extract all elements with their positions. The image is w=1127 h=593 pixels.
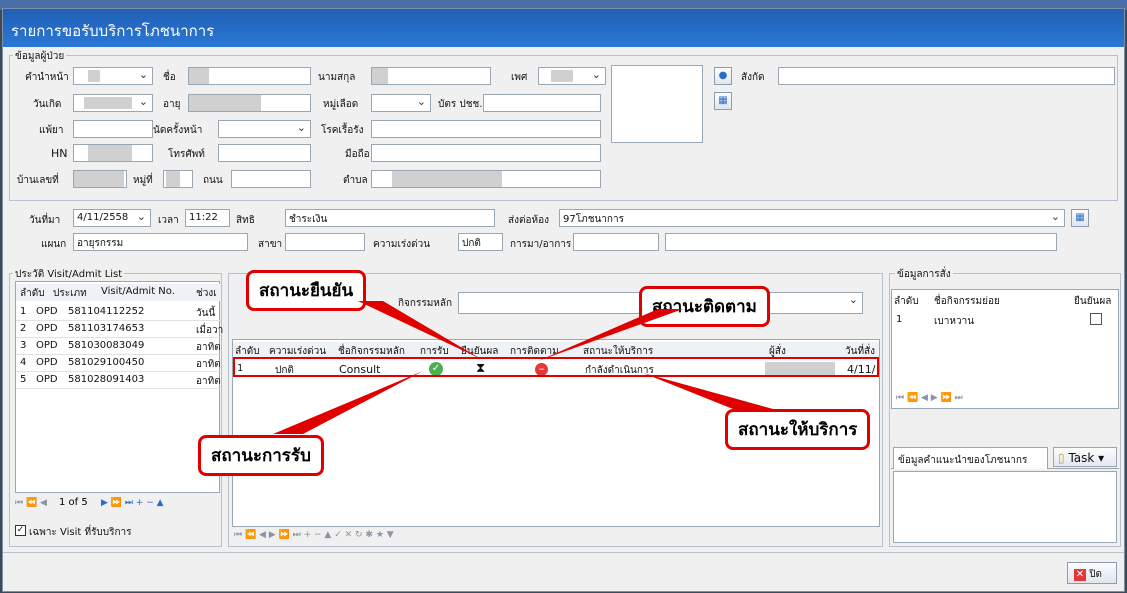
callout-pointers xyxy=(273,301,773,434)
pointer-service xyxy=(643,373,773,411)
pointer-confirm xyxy=(358,301,481,359)
pointer-follow xyxy=(538,309,683,361)
pointer-receive xyxy=(273,371,423,434)
main-window: รายการขอรับบริการโภชนาการ ข้อมูลผู้ป่วย … xyxy=(2,8,1125,592)
